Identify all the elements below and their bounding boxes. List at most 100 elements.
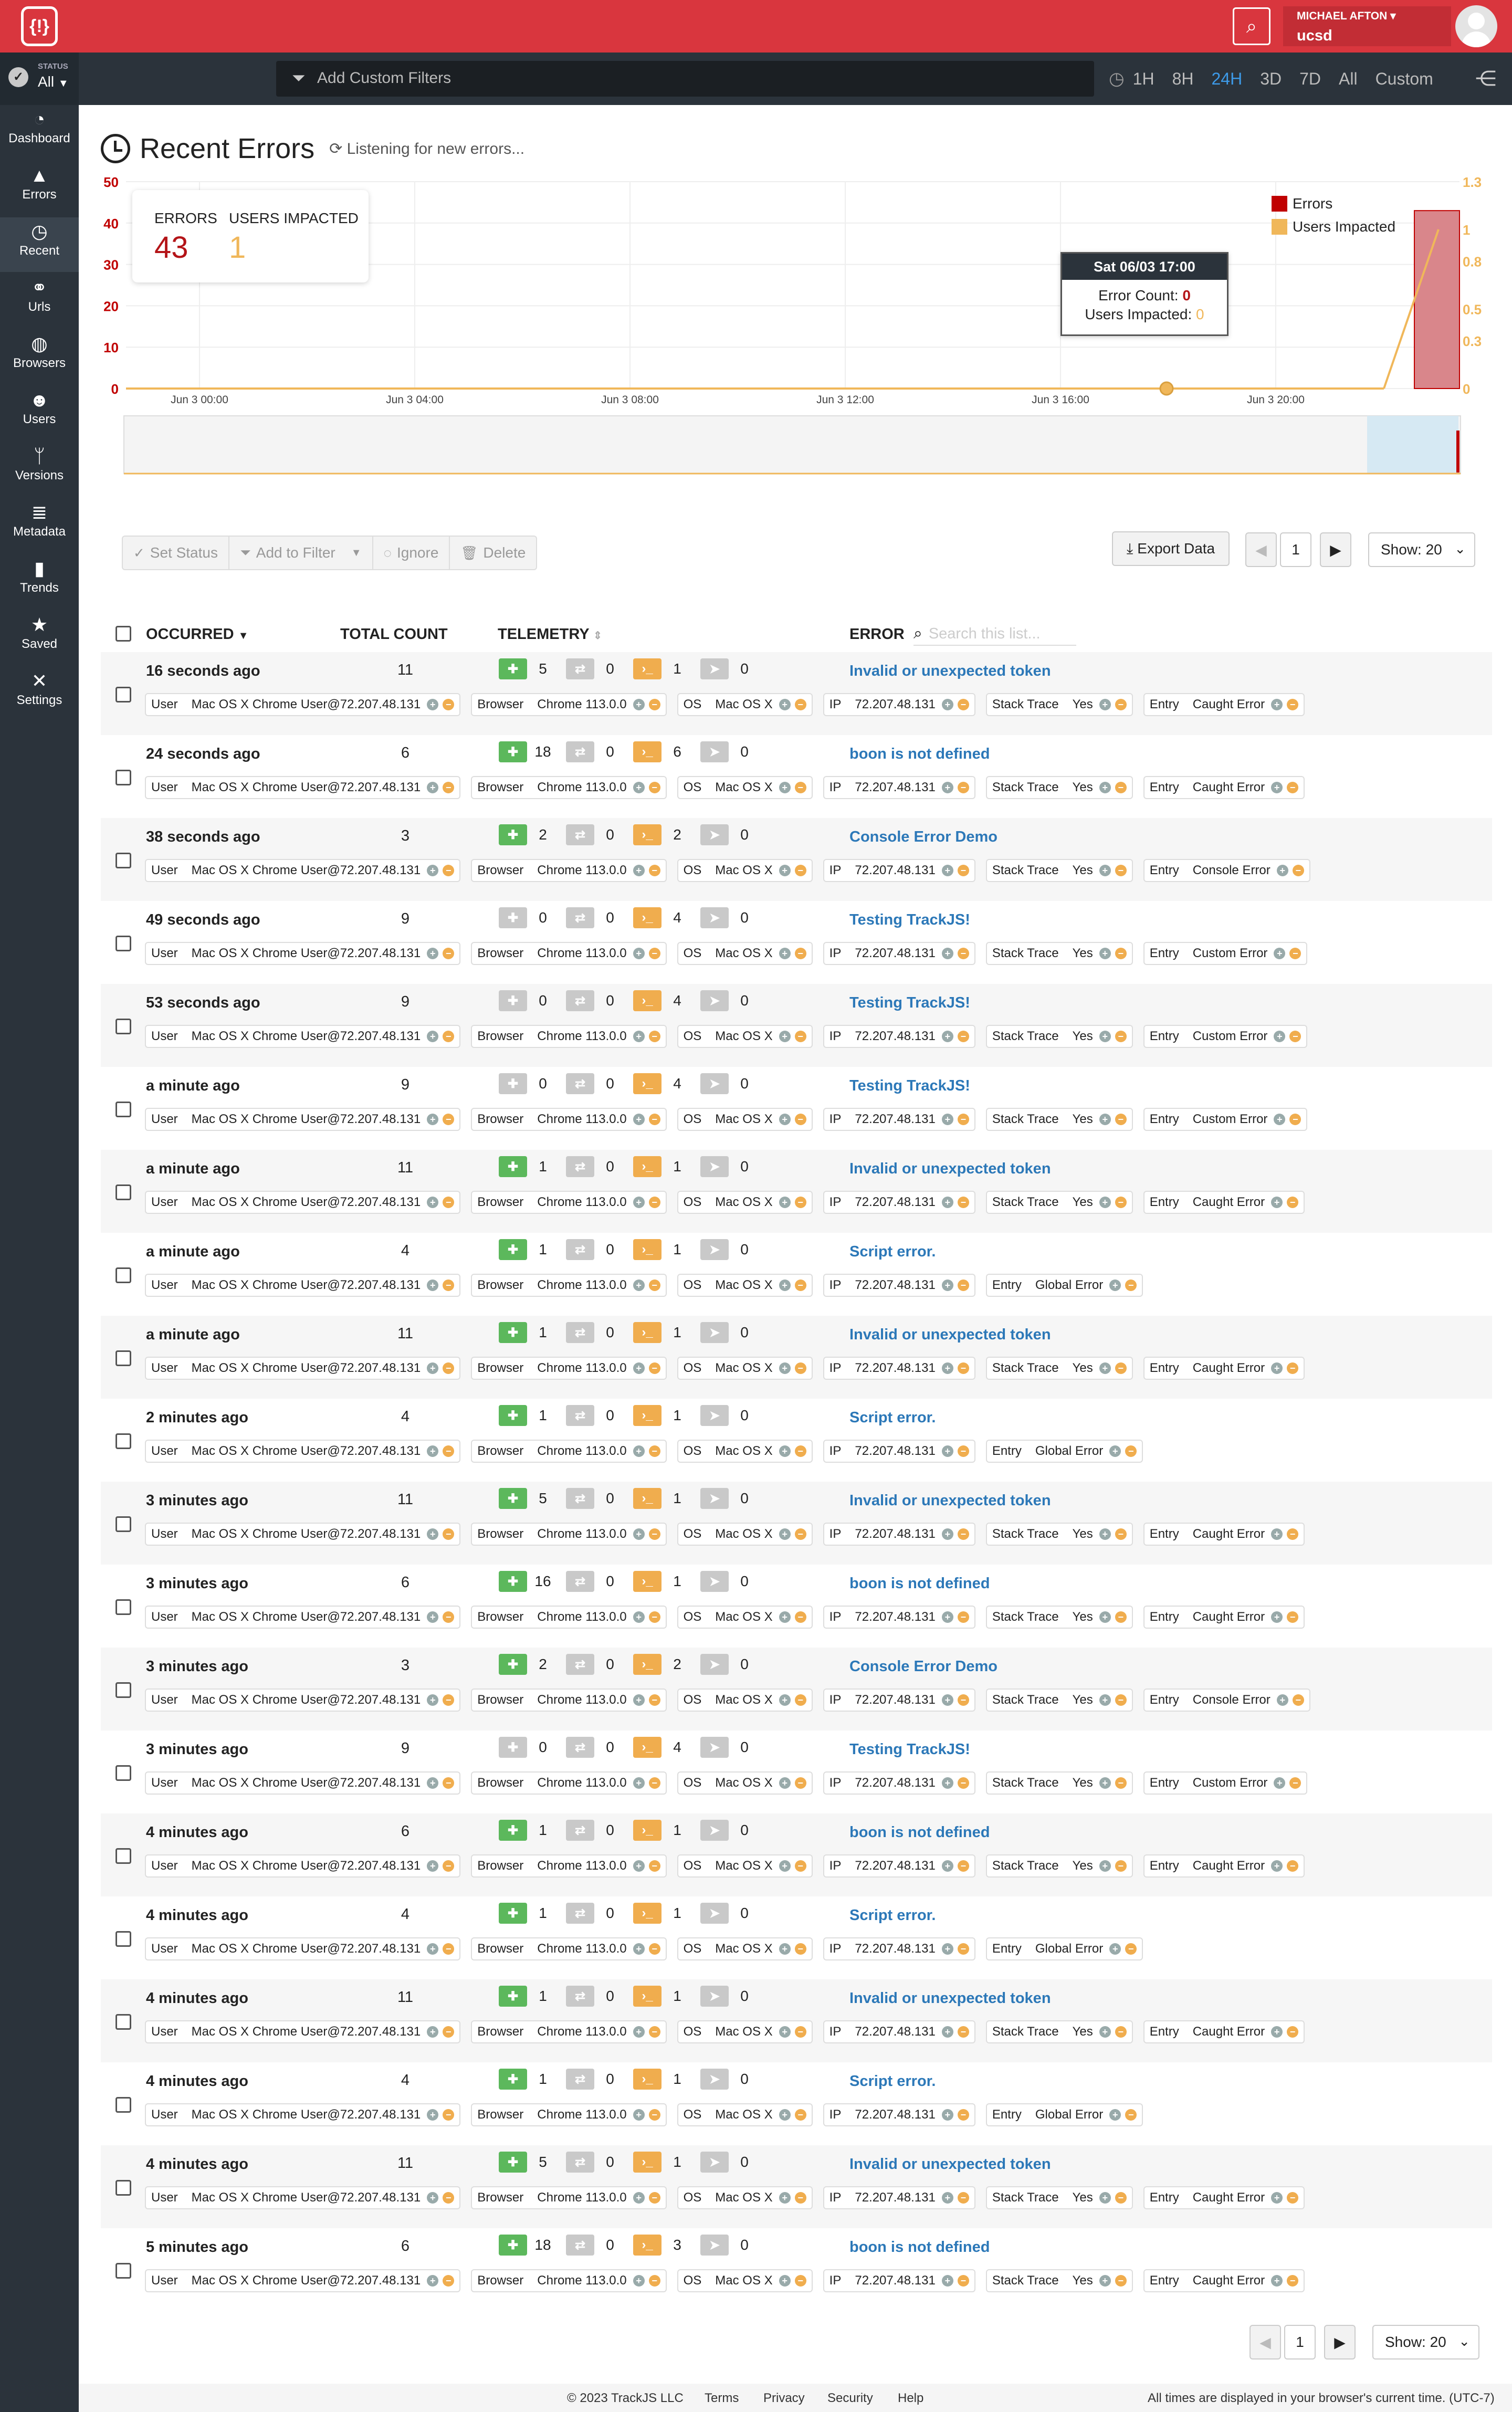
minus-icon[interactable]: − <box>1115 2275 1127 2287</box>
minus-icon[interactable]: − <box>794 1611 806 1623</box>
minus-icon[interactable]: − <box>443 1280 455 1291</box>
minus-icon[interactable]: − <box>1115 865 1127 876</box>
minus-icon[interactable]: − <box>1287 1197 1299 1208</box>
plus-icon[interactable]: + <box>1271 2026 1283 2038</box>
error-title-link[interactable]: Invalid or unexpected token <box>849 2156 1051 2173</box>
plus-icon[interactable]: + <box>1109 2109 1121 2121</box>
row-checkbox[interactable] <box>116 2014 131 2030</box>
minus-icon[interactable]: − <box>648 699 660 710</box>
table-row[interactable]: a minute ago 11 ✚ 1 ⇄ 0 ›_ 1 ➤ 0 Invalid or unexpe… <box>101 1150 1492 1233</box>
list-search[interactable]: ⌕ Search this list... <box>914 623 1076 646</box>
plus-icon[interactable]: + <box>633 2275 645 2287</box>
plus-icon[interactable]: + <box>941 782 953 793</box>
table-row[interactable]: 4 minutes ago 11 ✚ 1 ⇄ 0 ›_ 1 ➤ 0 Invalid or unexp… <box>101 1979 1492 2062</box>
plus-icon[interactable]: + <box>941 1528 953 1540</box>
plus-icon[interactable]: + <box>427 1114 439 1125</box>
minus-icon[interactable]: − <box>1287 2275 1299 2287</box>
sidebar-item-versions[interactable]: ᛘ Versions <box>0 442 79 497</box>
minus-icon[interactable]: − <box>648 1528 660 1540</box>
plus-icon[interactable]: + <box>633 1943 645 1955</box>
minus-icon[interactable]: − <box>794 2275 806 2287</box>
minus-icon[interactable]: − <box>648 2192 660 2204</box>
minus-icon[interactable]: − <box>1292 865 1304 876</box>
minus-icon[interactable]: − <box>443 2275 455 2287</box>
sidebar-item-urls[interactable]: ⚭ Urls <box>0 274 79 328</box>
row-checkbox[interactable] <box>116 770 131 785</box>
error-title-link[interactable]: Invalid or unexpected token <box>849 1326 1051 1344</box>
minus-icon[interactable]: − <box>648 865 660 876</box>
minus-icon[interactable]: − <box>794 782 806 793</box>
minus-icon[interactable]: − <box>794 1777 806 1789</box>
plus-icon[interactable]: + <box>779 1031 791 1042</box>
error-title-link[interactable]: Script error. <box>849 1907 936 1924</box>
plus-icon[interactable]: + <box>427 782 439 793</box>
error-title-link[interactable]: Console Error Demo <box>849 829 998 846</box>
table-row[interactable]: a minute ago 9 ✚ 0 ⇄ 0 ›_ 4 ➤ 0 Testing TrackJS! Us… <box>101 1067 1492 1150</box>
table-row[interactable]: 3 minutes ago 11 ✚ 5 ⇄ 0 ›_ 1 ➤ 0 Invalid or unexp… <box>101 1482 1492 1565</box>
minus-icon[interactable]: − <box>648 1445 660 1457</box>
plus-icon[interactable]: + <box>427 1528 439 1540</box>
plus-icon[interactable]: + <box>941 2275 953 2287</box>
minus-icon[interactable]: − <box>957 1777 969 1789</box>
minus-icon[interactable]: − <box>443 2192 455 2204</box>
error-title-link[interactable]: Console Error Demo <box>849 1658 998 1675</box>
minus-icon[interactable]: − <box>648 1943 660 1955</box>
plus-icon[interactable]: + <box>1099 1197 1111 1208</box>
plus-icon[interactable]: + <box>779 948 791 959</box>
minus-icon[interactable]: − <box>957 699 969 710</box>
table-row[interactable]: 5 minutes ago 6 ✚ 18 ⇄ 0 ›_ 3 ➤ 0 boon is not defi… <box>101 2228 1492 2311</box>
sidebar-item-users[interactable]: ☻ Users <box>0 386 79 441</box>
minus-icon[interactable]: − <box>1287 1528 1299 1540</box>
plus-icon[interactable]: + <box>941 1445 953 1457</box>
minus-icon[interactable]: − <box>648 2026 660 2038</box>
minus-icon[interactable]: − <box>1115 1611 1127 1623</box>
minus-icon[interactable]: − <box>1289 1031 1301 1042</box>
minus-icon[interactable]: − <box>1115 1860 1127 1872</box>
plus-icon[interactable]: + <box>941 1362 953 1374</box>
plus-icon[interactable]: + <box>633 1777 645 1789</box>
minus-icon[interactable]: − <box>1115 1694 1127 1706</box>
plus-icon[interactable]: + <box>779 865 791 876</box>
minus-icon[interactable]: − <box>1289 1114 1301 1125</box>
plus-icon[interactable]: + <box>427 1031 439 1042</box>
error-title-link[interactable]: Script error. <box>849 1409 936 1427</box>
plus-icon[interactable]: + <box>427 865 439 876</box>
plus-icon[interactable]: + <box>1099 1528 1111 1540</box>
plus-icon[interactable]: + <box>1274 948 1286 959</box>
error-title-link[interactable]: boon is not defined <box>849 746 990 763</box>
minus-icon[interactable]: − <box>794 1860 806 1872</box>
plus-icon[interactable]: + <box>1099 2192 1111 2204</box>
plus-icon[interactable]: + <box>633 699 645 710</box>
plus-icon[interactable]: + <box>1099 2026 1111 2038</box>
plus-icon[interactable]: + <box>427 1860 439 1872</box>
page-number[interactable]: 1 <box>1280 532 1311 567</box>
minus-icon[interactable]: − <box>1292 1694 1304 1706</box>
minus-icon[interactable]: − <box>1287 1611 1299 1623</box>
row-checkbox[interactable] <box>116 2180 131 2196</box>
legend-item-errors[interactable]: Errors <box>1272 192 1395 215</box>
minus-icon[interactable]: − <box>1115 1197 1127 1208</box>
minus-icon[interactable]: − <box>1289 1777 1301 1789</box>
sidebar-item-dashboard[interactable]: ◔ Dashboard <box>0 105 79 160</box>
minus-icon[interactable]: − <box>957 1860 969 1872</box>
add-to-filter-button[interactable]: ⏷ Add to Filter ▼ <box>229 537 373 569</box>
minus-icon[interactable]: − <box>648 1362 660 1374</box>
plus-icon[interactable]: + <box>427 1694 439 1706</box>
plus-icon[interactable]: + <box>633 1114 645 1125</box>
minus-icon[interactable]: − <box>1125 1943 1137 1955</box>
minus-icon[interactable]: − <box>443 1031 455 1042</box>
plus-icon[interactable]: + <box>941 1197 953 1208</box>
table-row[interactable]: 4 minutes ago 4 ✚ 1 ⇄ 0 ›_ 1 ➤ 0 Script error. User… <box>101 2062 1492 2145</box>
minus-icon[interactable]: − <box>648 948 660 959</box>
plus-icon[interactable]: + <box>941 1777 953 1789</box>
status-filter[interactable]: ✓ STATUS All ▼ <box>0 53 79 105</box>
row-checkbox[interactable] <box>116 1516 131 1532</box>
set-status-button[interactable]: ✓ Set Status <box>123 537 229 569</box>
row-checkbox[interactable] <box>116 1267 131 1283</box>
plus-icon[interactable]: + <box>1109 1280 1121 1291</box>
plus-icon[interactable]: + <box>941 948 953 959</box>
minus-icon[interactable]: − <box>648 2109 660 2121</box>
minus-icon[interactable]: − <box>1115 2192 1127 2204</box>
minus-icon[interactable]: − <box>1115 948 1127 959</box>
table-row[interactable]: 2 minutes ago 4 ✚ 1 ⇄ 0 ›_ 1 ➤ 0 Script error. User… <box>101 1399 1492 1482</box>
